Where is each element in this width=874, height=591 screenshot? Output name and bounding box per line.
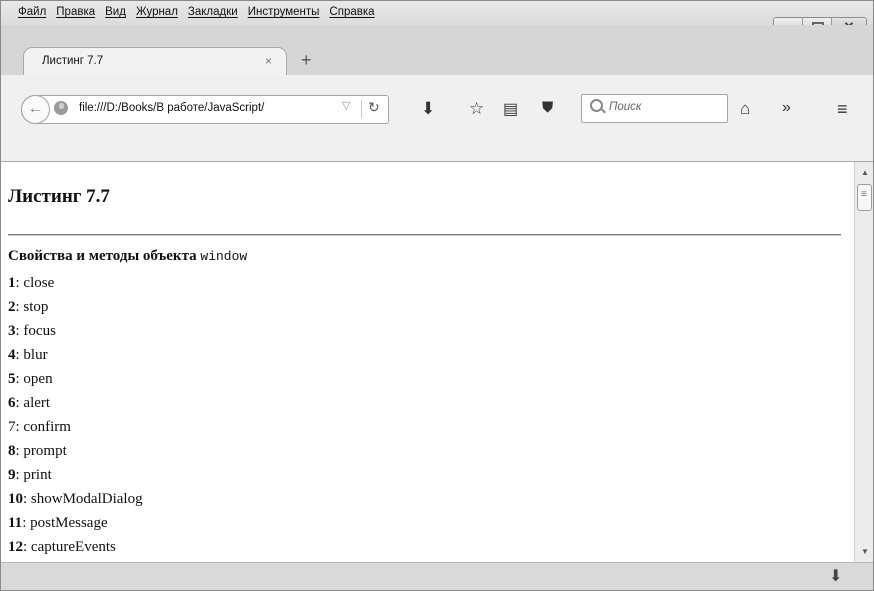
menu-bookmarks[interactable]: Закладки: [188, 6, 238, 18]
home-icon[interactable]: ⌂: [740, 99, 750, 119]
menu-tools[interactable]: Инструменты: [248, 6, 320, 18]
navigation-toolbar: ← file:///D:/Books/В работе/JavaScript/ …: [1, 75, 873, 162]
url-dropdown-icon[interactable]: ▽: [342, 99, 350, 112]
chevrons-right-icon[interactable]: »: [782, 99, 791, 117]
scroll-up-arrow-icon[interactable]: ▲: [861, 168, 869, 177]
search-placeholder: Поиск: [609, 101, 642, 113]
list-item: 9: print: [8, 467, 52, 483]
download-icon[interactable]: ⬇: [421, 99, 435, 119]
subtitle-code: window: [200, 249, 248, 264]
list-item: 11: postMessage: [8, 515, 108, 531]
new-tab-button[interactable]: +: [301, 50, 312, 71]
vertical-scrollbar[interactable]: ▲ ▼: [854, 162, 873, 562]
globe-icon[interactable]: [54, 101, 68, 115]
page-content: Листинг 7.7 Свойства и методы объекта wi…: [1, 162, 854, 562]
tab-active[interactable]: Листинг 7.7 ×: [23, 47, 287, 76]
list-item: 12: captureEvents: [8, 539, 116, 555]
browser-window: Файл Правка Вид Журнал Закладки Инструме…: [0, 0, 874, 591]
pocket-icon[interactable]: ⛊: [542, 99, 553, 116]
menu-view[interactable]: Вид: [105, 6, 126, 18]
menu-bar: Файл Правка Вид Журнал Закладки Инструме…: [1, 1, 873, 36]
tab-close-icon[interactable]: ×: [265, 54, 272, 68]
search-input[interactable]: Поиск: [581, 94, 728, 123]
list-item: 3: focus: [8, 323, 56, 339]
scrollbar-thumb[interactable]: [857, 184, 872, 211]
list-item: 10: showModalDialog: [8, 491, 143, 507]
url-separator: [361, 100, 362, 118]
search-icon: [590, 99, 603, 112]
list-item: 4: blur: [8, 347, 48, 363]
reader-view-icon[interactable]: ▤: [503, 99, 518, 119]
tab-strip: Листинг 7.7 × +: [1, 25, 873, 76]
back-arrow-icon[interactable]: ←: [21, 95, 50, 124]
list-item: 5: open: [8, 371, 53, 387]
list-item: 6: alert: [8, 395, 51, 411]
subtitle-text: Свойства и методы объекта: [8, 248, 201, 264]
property-list: 1: close 2: stop 3: focus 4: blur 5: ope…: [8, 272, 143, 560]
list-item: 8: prompt: [8, 443, 67, 459]
download-status-icon[interactable]: ⬇: [829, 566, 842, 586]
star-icon[interactable]: ☆: [469, 99, 484, 119]
horizontal-rule: [8, 234, 841, 236]
url-text[interactable]: file:///D:/Books/В работе/JavaScript/: [79, 102, 264, 114]
list-item: 7: confirm: [8, 419, 71, 435]
list-item: 2: stop: [8, 299, 49, 315]
url-bar[interactable]: ← file:///D:/Books/В работе/JavaScript/ …: [21, 95, 389, 124]
menu-edit[interactable]: Правка: [56, 6, 95, 18]
reload-icon[interactable]: ↻: [368, 99, 380, 116]
section-subtitle: Свойства и методы объекта window: [8, 248, 247, 265]
scroll-down-arrow-icon[interactable]: ▼: [861, 547, 869, 556]
menu-file[interactable]: Файл: [18, 6, 46, 18]
menu-help[interactable]: Справка: [329, 6, 374, 18]
tab-title: Листинг 7.7: [42, 55, 104, 67]
page-heading: Листинг 7.7: [8, 186, 110, 207]
status-bar: ⬇: [1, 562, 873, 590]
list-item: 1: close: [8, 275, 55, 291]
hamburger-menu-icon[interactable]: ≡: [837, 99, 848, 120]
menu-history[interactable]: Журнал: [136, 6, 178, 18]
menu-list: Файл Правка Вид Журнал Закладки Инструме…: [18, 6, 385, 18]
